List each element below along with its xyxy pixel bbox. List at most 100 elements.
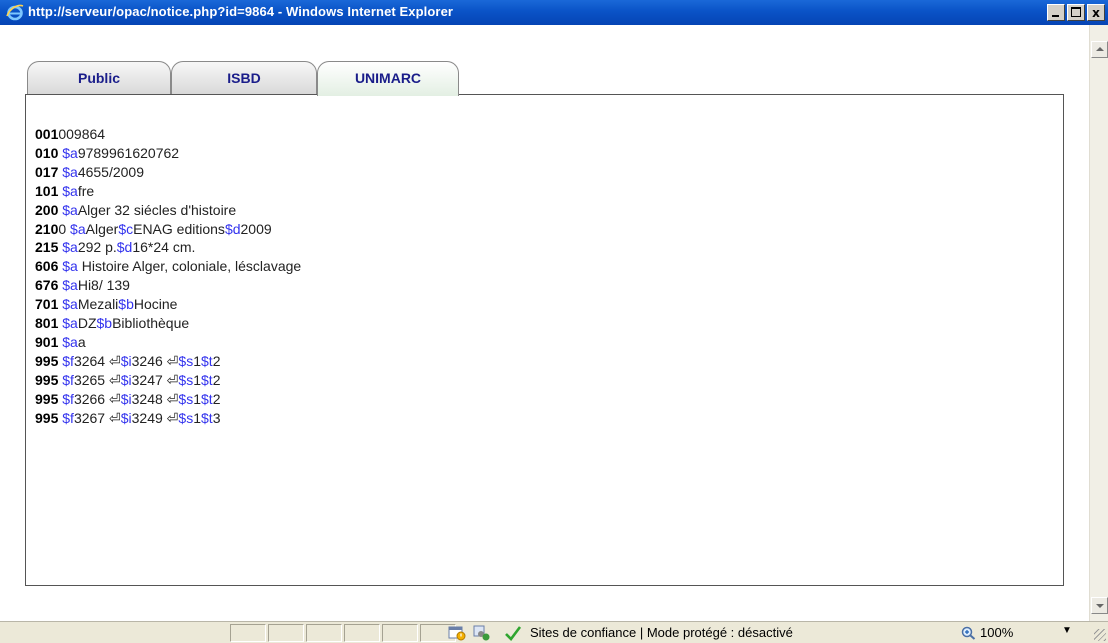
field-tag: 210 xyxy=(35,220,59,237)
record-line: 001009864 xyxy=(35,125,301,144)
subfield-code: $f xyxy=(62,352,74,369)
popup-blocked-icon[interactable] xyxy=(473,625,491,641)
field-value: 2 xyxy=(212,390,221,407)
window-controls: x xyxy=(1047,4,1105,21)
field-value: 3246 xyxy=(131,352,167,369)
field-value: ⏎ xyxy=(108,371,121,388)
tab-unimarc-label: UNIMARC xyxy=(354,70,422,86)
subfield-code: $b xyxy=(96,315,113,332)
subfield-code: $a xyxy=(62,163,78,180)
tab-unimarc[interactable]: UNIMARC xyxy=(317,61,459,96)
status-segment xyxy=(230,624,266,642)
close-icon: x xyxy=(1092,5,1100,20)
field-value: ⏎ xyxy=(108,352,121,369)
maximize-button[interactable] xyxy=(1067,4,1085,21)
close-button[interactable]: x xyxy=(1087,4,1105,21)
field-value: 1 xyxy=(193,409,201,426)
subfield-code: $a xyxy=(62,296,78,313)
status-bar: Sites de confiance | Mode protégé : désa… xyxy=(0,621,1108,643)
subfield-code: $s xyxy=(178,390,194,407)
tab-public[interactable]: Public xyxy=(27,61,171,95)
subfield-code: $a xyxy=(62,333,78,350)
record-line: 676 $aHi8/ 139 xyxy=(35,276,301,295)
field-value: ⏎ xyxy=(166,352,179,369)
field-tag: 995 xyxy=(35,390,63,407)
page-content: Public ISBD UNIMARC 001009864 010 $a97899… xyxy=(0,25,1089,621)
field-value: ⏎ xyxy=(108,409,121,426)
field-tag: 001 xyxy=(35,126,59,142)
field-value: 3 xyxy=(212,409,221,426)
subfield-code: $t xyxy=(201,409,213,426)
subfield-code: $a xyxy=(62,315,78,332)
title-bar[interactable]: http://serveur/opac/notice.php?id=9864 -… xyxy=(0,0,1108,25)
field-value: 3247 xyxy=(131,371,167,388)
subfield-code: $d xyxy=(116,239,133,256)
field-value: fre xyxy=(77,182,95,199)
record-line: 017 $a4655/2009 xyxy=(35,163,301,182)
subfield-code: $i xyxy=(120,390,132,407)
field-value: a xyxy=(77,333,86,350)
field-value: 3264 xyxy=(73,352,109,369)
field-value: 292 p. xyxy=(77,239,117,256)
field-value: Hocine xyxy=(133,296,178,313)
field-value: Bibliothèque xyxy=(112,315,190,332)
zoom-dropdown-icon[interactable]: ▼ xyxy=(1062,625,1072,636)
tab-isbd[interactable]: ISBD xyxy=(171,61,317,95)
subfield-code: $f xyxy=(62,390,74,407)
vertical-scrollbar[interactable] xyxy=(1089,25,1108,621)
trusted-check-icon xyxy=(505,626,522,641)
subfield-code: $s xyxy=(178,352,194,369)
subfield-code: $b xyxy=(118,296,134,313)
field-tag: 101 xyxy=(35,182,63,199)
status-segment xyxy=(344,624,380,642)
field-tag: 995 xyxy=(35,352,63,369)
subfield-code: $t xyxy=(201,390,213,407)
unimarc-record: 001009864 010 $a9789961620762 017 $a4655/2… xyxy=(35,125,301,428)
resize-grip[interactable] xyxy=(1094,629,1106,641)
tab-public-label: Public xyxy=(77,70,120,86)
status-segment xyxy=(306,624,342,642)
subfield-code: $d xyxy=(224,220,241,237)
security-zone-text[interactable]: Sites de confiance | Mode protégé : désa… xyxy=(530,625,793,640)
subfield-code: $t xyxy=(201,352,213,369)
field-tag: 200 xyxy=(35,201,63,218)
field-value: ⏎ xyxy=(166,371,179,388)
scroll-down-button[interactable] xyxy=(1091,597,1108,614)
field-value: 3249 xyxy=(131,409,167,426)
subfield-code: $a xyxy=(62,258,78,275)
record-line: 995 $f3265 ⏎$i3247 ⏎$s1$t2 xyxy=(35,371,301,390)
subfield-code: $a xyxy=(62,277,78,294)
subfield-code: $a xyxy=(62,182,78,199)
tab-isbd-label: ISBD xyxy=(227,70,261,86)
record-line: 606 $a Histoire Alger, coloniale, léscla… xyxy=(35,257,301,276)
field-tag: 676 xyxy=(35,277,63,294)
field-value: 0 xyxy=(58,220,71,237)
subfield-code: $f xyxy=(62,409,74,426)
status-segment xyxy=(268,624,304,642)
zoom-level[interactable]: 100% xyxy=(980,625,1013,640)
ie-logo-icon xyxy=(6,4,24,21)
minimize-button[interactable] xyxy=(1047,4,1065,21)
subfield-code: $f xyxy=(62,371,74,388)
record-line: 995 $f3264 ⏎$i3246 ⏎$s1$t2 xyxy=(35,352,301,371)
field-tag: 801 xyxy=(35,315,63,332)
record-line: 101 $afre xyxy=(35,182,301,201)
record-panel: 001009864 010 $a9789961620762 017 $a4655/2… xyxy=(25,94,1064,586)
security-warning-icon[interactable] xyxy=(448,625,466,641)
status-segment xyxy=(382,624,418,642)
field-tag: 017 xyxy=(35,163,63,180)
subfield-code: $c xyxy=(118,220,134,237)
field-value: 009864 xyxy=(58,126,106,142)
subfield-code: $t xyxy=(201,371,213,388)
record-line: 801 $aDZ$bBibliothèque xyxy=(35,314,301,333)
field-value: 3267 xyxy=(73,409,109,426)
field-value: 1 xyxy=(193,371,201,388)
field-value: ⏎ xyxy=(166,390,179,407)
field-tag: 010 xyxy=(35,144,63,161)
record-line: 901 $aa xyxy=(35,333,301,352)
record-line: 701 $aMezali$bHocine xyxy=(35,295,301,314)
field-value: 1 xyxy=(193,390,201,407)
field-tag: 701 xyxy=(35,296,63,313)
scroll-up-button[interactable] xyxy=(1091,41,1108,58)
subfield-code: $a xyxy=(70,220,86,237)
